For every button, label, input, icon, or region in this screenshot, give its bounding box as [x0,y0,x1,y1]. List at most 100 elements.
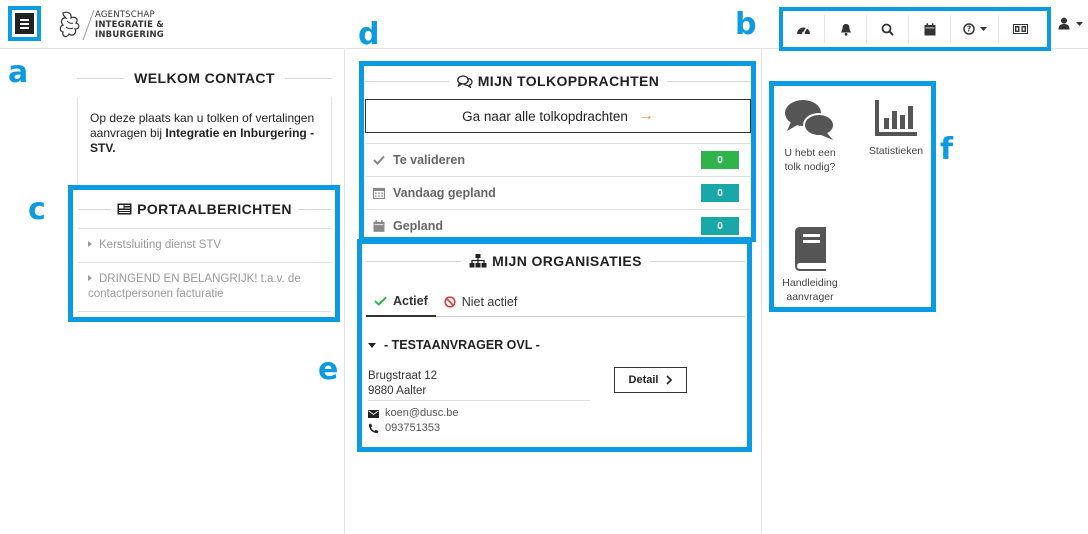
assignments-header: MIJN TOLKOPDRACHTEN [365,73,752,89]
user-icon [1058,17,1070,30]
logo-line-3: INBURGERING [95,30,164,40]
portal-messages-list: Kerstsluiting dienst STV DRINGEND EN BEL… [78,228,331,312]
view-all-assignments-label: Ga naar alle tolkopdrachten [462,108,628,124]
contact-phone[interactable]: 093751353 [385,421,440,436]
calendar-icon [371,220,387,232]
tile-label: U hebt een tolk nodig? [784,147,836,173]
view-all-assignments-button[interactable]: Ga naar alle tolkopdrachten → [365,99,751,133]
tab-inactive-label: Niet actief [461,295,518,309]
divider-line [284,77,332,79]
annotation-label-f: f [940,132,954,167]
column-divider [761,49,762,534]
user-menu[interactable] [1058,17,1083,30]
chat-bubbles-icon [785,100,835,140]
calendar-button[interactable] [909,15,951,43]
detail-label: Detail [628,374,659,386]
ban-icon [444,296,456,308]
organisations-panel: MIJN ORGANISATIES Actief Niet actief - T… [357,239,752,452]
portal-messages-panel: PORTAALBERICHTEN Kerstsluiting dienst ST… [68,185,340,322]
divider-line [77,77,125,79]
logo-separator [82,10,95,40]
portal-message-text: DRINGEND EN BELANGRIJK! t.a.v. de contac… [88,273,301,300]
caret-down-icon [979,27,987,31]
status-label: Gepland [393,219,444,233]
calendar-icon [924,22,935,35]
check-icon [371,155,387,165]
tab-active[interactable]: Actief [366,287,436,317]
menu-button[interactable] [8,6,41,41]
tile-request-interpreter[interactable]: U hebt een tolk nodig? [776,98,844,174]
contact-email-row: koen@dusc.be [368,406,459,421]
caret-down-icon [368,342,376,348]
portal-message-item[interactable]: Kerstsluiting dienst STV [78,229,331,263]
organisation-address: Brugstraat 12 9880 Aalter [368,369,437,399]
tile-label: Handleiding aanvrager [782,277,838,303]
divider-line [78,208,112,210]
welcome-title: WELKOM CONTACT [134,70,275,86]
organisations-heading: MIJN ORGANISATIES [461,253,650,269]
portal-message-item[interactable]: DRINGEND EN BELANGRIJK! t.a.v. de contac… [78,263,331,312]
count-badge: 0 [701,151,739,169]
annotation-label-e: e [318,352,339,387]
dashboard-button[interactable] [783,15,825,43]
logo-line-2: INTEGRATIE & [95,20,164,30]
divider-line [649,260,746,262]
assignments-title: MIJN TOLKOPDRACHTEN [477,73,660,89]
sitemap-icon [469,254,487,268]
quick-links-panel: U hebt een tolk nodig? Statistieken Hand… [769,81,936,312]
count-badge: 0 [701,184,739,202]
tile-statistics[interactable]: Statistieken [862,98,930,158]
logo-text: AGENTSCHAP INTEGRATIE & INBURGERING [95,10,164,40]
contact-email[interactable]: koen@dusc.be [385,406,459,421]
language-button[interactable] [999,15,1041,43]
organisation-name: - TESTAANVRAGER OVL - [384,338,540,352]
tab-active-label: Actief [393,294,428,308]
tab-inactive[interactable]: Niet actief [436,287,526,317]
bar-chart-icon [875,100,917,136]
help-dropdown[interactable]: ? [951,15,999,43]
check-icon [374,296,387,306]
chevron-right-icon [666,375,673,385]
assignment-status-list: Te valideren 0 Vandaag gepland 0 Gepland… [365,143,751,243]
agency-logo[interactable]: AGENTSCHAP INTEGRATIE & INBURGERING [58,9,164,41]
envelope-icon [368,409,379,418]
newspaper-icon [117,203,132,215]
status-label: Te valideren [393,153,466,167]
search-button[interactable] [867,15,909,43]
tile-label: Statistieken [868,145,924,157]
divider-line [297,208,332,210]
organisations-header: MIJN ORGANISATIES [366,253,746,269]
organisation-toggle[interactable]: - TESTAANVRAGER OVL - [368,338,540,352]
status-label: Vandaag gepland [393,186,496,200]
book-icon [795,227,826,271]
contact-phone-row: 093751353 [368,421,459,436]
assignments-heading: MIJN TOLKOPDRACHTEN [449,73,668,89]
caret-down-icon [1076,21,1083,26]
lion-logo-icon [59,11,80,38]
help-icon: ? [962,23,975,35]
tile-manual[interactable]: Handleiding aanvrager [776,226,844,304]
portal-messages-heading: PORTAALBERICHTEN [111,201,298,217]
status-row-today[interactable]: Vandaag gepland 0 [365,177,751,210]
annotation-label-d: d [358,17,380,52]
chat-bubbles-icon [456,74,473,88]
annotation-label-a: a [8,55,29,90]
divider-line [368,400,590,401]
interpreting-assignments-panel: MIJN TOLKOPDRACHTEN Ga naar alle tolkopd… [359,61,756,243]
logo-line-1: AGENTSCHAP [95,10,155,20]
hamburger-icon [15,13,34,34]
phone-icon [369,423,379,433]
organisation-contact: koen@dusc.be 093751353 [368,406,459,436]
portal-messages-header: PORTAALBERICHTEN [78,201,332,217]
divider-line [667,80,752,82]
detail-button[interactable]: Detail [614,367,687,393]
calendar-grid-icon [371,187,387,199]
status-row-to-validate[interactable]: Te valideren 0 [365,144,751,177]
caret-right-icon [88,241,92,247]
divider-line [366,260,462,262]
caret-right-icon [88,275,92,281]
address-street: Brugstraat 12 [368,370,438,382]
annotation-label-c: c [28,192,46,227]
portal-messages-title: PORTAALBERICHTEN [137,201,292,217]
notifications-button[interactable] [825,15,867,43]
